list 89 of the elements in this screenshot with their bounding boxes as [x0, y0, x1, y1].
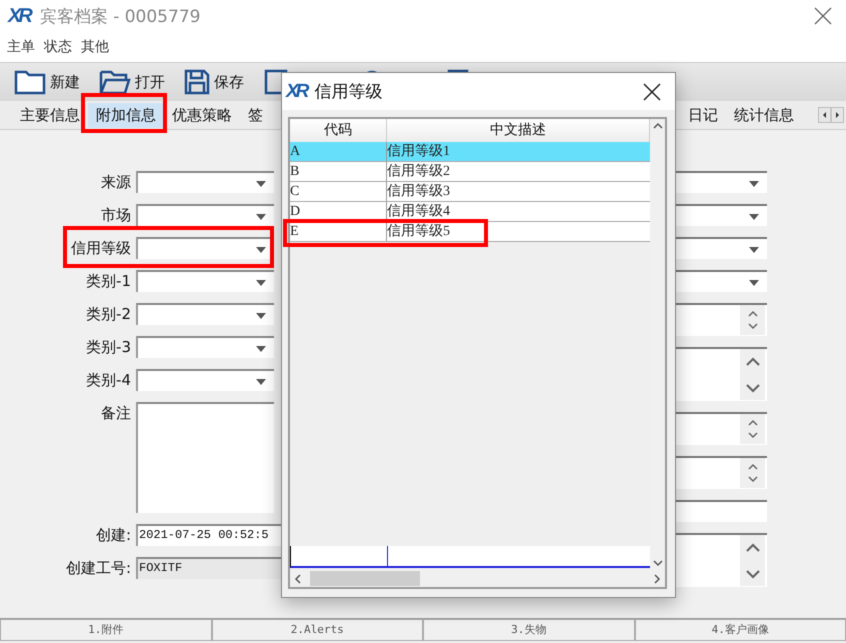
field-label: 备注	[100, 403, 132, 424]
new-row[interactable]	[290, 546, 650, 568]
scroll-arrows-icon[interactable]	[746, 354, 760, 394]
dialog-title: 信用等级	[314, 81, 382, 103]
scrollable-field[interactable]	[675, 347, 767, 401]
menu-item[interactable]: 主单	[7, 38, 35, 56]
bottom-tab[interactable]: 2.Alerts	[212, 619, 423, 641]
grid-cell: D	[290, 202, 387, 221]
tab[interactable]: 日记	[680, 102, 726, 128]
scroll-arrows-icon[interactable]	[746, 540, 760, 580]
dropdown-field[interactable]	[136, 369, 274, 391]
grid-row[interactable]: E 信用等级5	[290, 222, 650, 242]
spinner-arrows-icon[interactable]	[748, 418, 758, 440]
dropdown-field[interactable]	[136, 303, 274, 325]
grid-cell-text: 信用等级5	[387, 222, 451, 241]
menu-item[interactable]: 状态	[44, 38, 72, 56]
dialog-logo: XR	[286, 80, 306, 102]
field-label: 来源	[100, 172, 132, 193]
window-title: 宾客档案 - 0005779	[40, 6, 200, 28]
dropdown-arrow-icon[interactable]	[256, 181, 266, 187]
app-logo: XR	[8, 4, 30, 28]
menu-item[interactable]: 其他	[81, 38, 109, 56]
dropdown-field[interactable]	[136, 204, 274, 226]
field-label: 市场	[100, 205, 132, 226]
scroll-up-icon[interactable]	[652, 122, 662, 130]
spinner-field[interactable]	[675, 412, 767, 445]
field-label: 类别-2	[85, 304, 132, 325]
dropdown-arrow-icon[interactable]	[256, 313, 266, 319]
field-label: 信用等级	[70, 238, 132, 259]
dropdown-arrow-icon[interactable]	[256, 247, 266, 253]
grid-cell-text: 信用等级3	[387, 182, 451, 201]
field-label: 类别-4	[85, 370, 132, 391]
grid-cell: A	[290, 142, 387, 161]
grid-cell: E	[290, 222, 387, 241]
open-folder-icon[interactable]	[99, 69, 131, 95]
toolbar-label[interactable]: 打开	[135, 72, 165, 92]
scrollable-field[interactable]	[675, 533, 767, 587]
toolbar-label[interactable]: 新建	[50, 72, 80, 92]
grid-cell-text: 信用等级2	[387, 162, 451, 181]
field-label: 类别-3	[85, 337, 132, 358]
dropdown-arrow-icon[interactable]	[749, 214, 759, 220]
tab[interactable]: 主要信息	[12, 102, 88, 128]
dropdown-field[interactable]	[136, 171, 274, 193]
dropdown-arrow-icon[interactable]	[749, 280, 759, 286]
bottom-tab[interactable]: 3.失物	[423, 619, 634, 641]
dropdown-arrow-icon[interactable]	[256, 346, 266, 352]
dropdown-field[interactable]	[675, 237, 767, 259]
field-label: 创建:	[94, 525, 132, 546]
close-icon[interactable]	[643, 82, 661, 100]
dropdown-arrow-icon[interactable]	[256, 280, 266, 286]
notes-field[interactable]	[136, 402, 274, 513]
grid-row[interactable]: B 信用等级2	[290, 162, 650, 182]
scroll-down-icon[interactable]	[652, 559, 662, 567]
folder-icon[interactable]	[14, 69, 46, 95]
grid-row[interactable]: D 信用等级4	[290, 202, 650, 222]
input-field[interactable]	[675, 500, 767, 522]
dropdown-field[interactable]	[675, 204, 767, 226]
grid-row[interactable]: C 信用等级3	[290, 182, 650, 202]
toolbar-label[interactable]: 保存	[214, 72, 244, 92]
dropdown-field[interactable]	[675, 270, 767, 292]
scroll-left-icon[interactable]	[294, 574, 302, 584]
scroll-right-icon[interactable]	[653, 574, 661, 584]
bottom-tab[interactable]: 4.客户画像	[634, 619, 846, 641]
dropdown-arrow-icon[interactable]	[749, 247, 759, 253]
tab[interactable]: 签	[240, 102, 271, 128]
dropdown-field[interactable]	[675, 171, 767, 193]
dropdown-field[interactable]	[136, 336, 274, 358]
spinner-field[interactable]	[675, 456, 767, 489]
grid-cell: B	[290, 162, 387, 181]
save-icon[interactable]	[184, 69, 210, 95]
grid-cell: C	[290, 182, 387, 201]
dropdown-arrow-icon[interactable]	[256, 214, 266, 220]
spinner-arrows-icon[interactable]	[748, 462, 758, 484]
bottom-tab[interactable]: 1.附件	[0, 619, 212, 641]
grid-cell-text: 信用等级1	[387, 142, 451, 161]
field-label: 类别-1	[85, 271, 132, 292]
dropdown-arrow-icon[interactable]	[749, 181, 759, 187]
spinner-arrows-icon[interactable]	[748, 309, 758, 331]
grid-row[interactable]: A 信用等级1	[290, 142, 650, 162]
spinner-field[interactable]	[675, 303, 767, 336]
tab[interactable]: 附加信息	[88, 102, 164, 128]
dropdown-arrow-icon[interactable]	[256, 379, 266, 385]
tab[interactable]: 优惠策略	[164, 102, 240, 128]
tab[interactable]: 统计信息	[726, 102, 802, 128]
tab-scroll-buttons[interactable]	[818, 107, 844, 123]
scrollbar-thumb[interactable]	[310, 571, 420, 586]
dropdown-field[interactable]	[136, 270, 274, 292]
grid-cell-text: 信用等级4	[387, 202, 451, 221]
field-label: 创建工号:	[64, 558, 132, 579]
